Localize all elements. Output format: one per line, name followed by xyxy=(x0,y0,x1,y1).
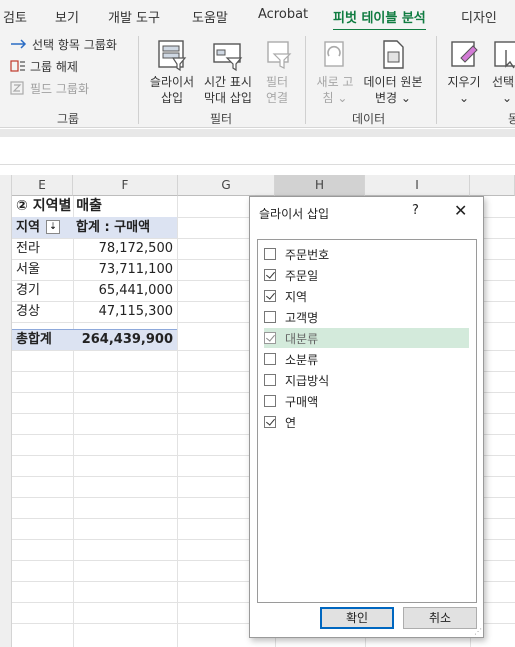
pivot-title[interactable]: ② 지역별 매출 xyxy=(16,196,102,217)
field-item-order-date[interactable]: 주문일 xyxy=(264,265,469,285)
filter-connections-button[interactable]: 필터 연결 xyxy=(262,38,292,106)
group-label-group: 그룹 xyxy=(57,112,80,126)
refresh-icon xyxy=(324,41,344,67)
group-selection-button[interactable]: 선택 항목 그룹화 xyxy=(10,34,117,54)
ok-button[interactable]: 확인 xyxy=(320,607,394,629)
group-label-actions: 동 xyxy=(508,112,515,126)
formula-bar[interactable] xyxy=(0,137,515,165)
field-item-region[interactable]: 지역 xyxy=(264,286,469,306)
checkbox[interactable] xyxy=(264,353,276,365)
pivot-total-value[interactable]: 264,439,900 xyxy=(73,329,177,350)
cancel-button[interactable]: 취소 xyxy=(403,607,477,629)
data-source-icon xyxy=(383,40,404,69)
help-icon[interactable]: ? xyxy=(412,203,419,218)
ribbon-tabs: 검토 보기 개발 도구 도움말 Acrobat 피벗 테이블 분석 디자인 xyxy=(0,0,515,32)
checkbox-checked[interactable] xyxy=(264,290,276,302)
pivot-header-sum[interactable]: 합계 : 구매액 xyxy=(76,217,150,238)
insert-slicer-dialog: 슬라이서 삽입 ? ✕ 주문번호 주문일 지역 고객명 대분류 소분류 지급방식… xyxy=(249,196,484,638)
refresh-button[interactable]: 새로 고 침 ⌄ xyxy=(314,38,356,106)
column-header-f[interactable]: F xyxy=(73,175,178,196)
checkbox[interactable] xyxy=(264,395,276,407)
pivot-header-region[interactable]: 지역 ⇣ xyxy=(16,217,73,238)
checkbox-checked[interactable] xyxy=(264,332,276,344)
field-item-amount[interactable]: 구매액 xyxy=(264,391,469,411)
select-icon xyxy=(494,41,515,69)
ungroup-button[interactable]: 그룹 해제 xyxy=(10,56,78,76)
filter-connections-icon xyxy=(267,41,292,69)
group-selection-icon xyxy=(11,39,27,49)
field-item-payment[interactable]: 지급방식 xyxy=(264,370,469,390)
column-header-g[interactable]: G xyxy=(178,175,275,196)
clear-button[interactable]: 지우기 ⌄ xyxy=(444,38,484,106)
column-header-h[interactable]: H xyxy=(275,175,365,196)
pivot-row-value[interactable]: 78,172,500 xyxy=(73,238,177,259)
column-header-i[interactable]: I xyxy=(365,175,470,196)
ribbon-shadow xyxy=(0,129,515,137)
ribbon: 선택 항목 그룹화 그룹 해제 필드 그룹화 그룹 슬라이서 삽입 시간 표시 … xyxy=(0,30,515,128)
checkbox[interactable] xyxy=(264,311,276,323)
field-item-customer[interactable]: 고객명 xyxy=(264,307,469,327)
pivot-row-value[interactable]: 47,115,300 xyxy=(73,301,177,322)
pivot-row-value[interactable]: 73,711,100 xyxy=(73,259,177,280)
group-field-button[interactable]: 필드 그룹화 xyxy=(10,78,89,98)
checkbox[interactable] xyxy=(264,374,276,386)
pivot-row-label[interactable]: 전라 xyxy=(16,238,40,259)
tab-design[interactable]: 디자인 xyxy=(461,7,497,26)
group-field-icon xyxy=(10,81,24,95)
group-label-filter: 필터 xyxy=(210,112,233,126)
field-item-subcategory[interactable]: 소분류 xyxy=(264,349,469,369)
pivot-row-label[interactable]: 경기 xyxy=(16,280,40,301)
checkbox-checked[interactable] xyxy=(264,416,276,428)
group-label-data: 데이터 xyxy=(352,112,386,126)
slicer-icon xyxy=(158,40,187,72)
tab-view[interactable]: 보기 xyxy=(55,7,79,26)
pivot-row-label[interactable]: 서울 xyxy=(16,259,40,280)
column-header-e[interactable]: E xyxy=(12,175,73,196)
insert-timeline-button[interactable]: 시간 표시 막대 삽입 xyxy=(202,38,254,106)
tab-review[interactable]: 검토 xyxy=(3,7,27,26)
select-button[interactable]: 선택 ⌄ xyxy=(492,38,515,106)
field-list[interactable]: 주문번호 주문일 지역 고객명 대분류 소분류 지급방식 구매액 연 xyxy=(257,239,477,603)
resize-grip-icon[interactable]: ⋰ xyxy=(474,627,482,636)
insert-slicer-button[interactable]: 슬라이서 삽입 xyxy=(146,38,198,106)
pivot-row-value[interactable]: 65,441,000 xyxy=(73,280,177,301)
tab-acrobat[interactable]: Acrobat xyxy=(258,7,308,22)
tab-help[interactable]: 도움말 xyxy=(192,7,228,26)
tab-pivot-analyze[interactable]: 피벗 테이블 분석 xyxy=(333,7,426,32)
column-header-next[interactable] xyxy=(470,175,515,196)
ribbon-separator xyxy=(305,36,306,124)
row-header-strip[interactable] xyxy=(0,175,12,647)
change-data-source-button[interactable]: 데이터 원본 변경 ⌄ xyxy=(359,38,427,106)
pivot-total-label[interactable]: 총합계 xyxy=(16,329,52,350)
ribbon-separator xyxy=(436,36,437,124)
field-item-year[interactable]: 연 xyxy=(264,412,469,432)
tab-developer[interactable]: 개발 도구 xyxy=(108,7,160,26)
timeline-icon xyxy=(213,43,243,72)
pivot-row-label[interactable]: 경상 xyxy=(16,301,40,322)
field-item-category[interactable]: 대분류 xyxy=(264,328,469,348)
grid-line xyxy=(177,196,178,647)
dialog-title: 슬라이서 삽입 xyxy=(259,207,330,221)
checkbox[interactable] xyxy=(264,248,276,260)
checkbox-checked[interactable] xyxy=(264,269,276,281)
clear-icon xyxy=(451,41,478,67)
ungroup-icon xyxy=(10,60,25,72)
field-item-order-no[interactable]: 주문번호 xyxy=(264,244,469,264)
filter-dropdown-icon[interactable]: ⇣ xyxy=(45,219,60,234)
ribbon-separator xyxy=(138,36,139,124)
close-icon[interactable]: ✕ xyxy=(454,201,467,220)
